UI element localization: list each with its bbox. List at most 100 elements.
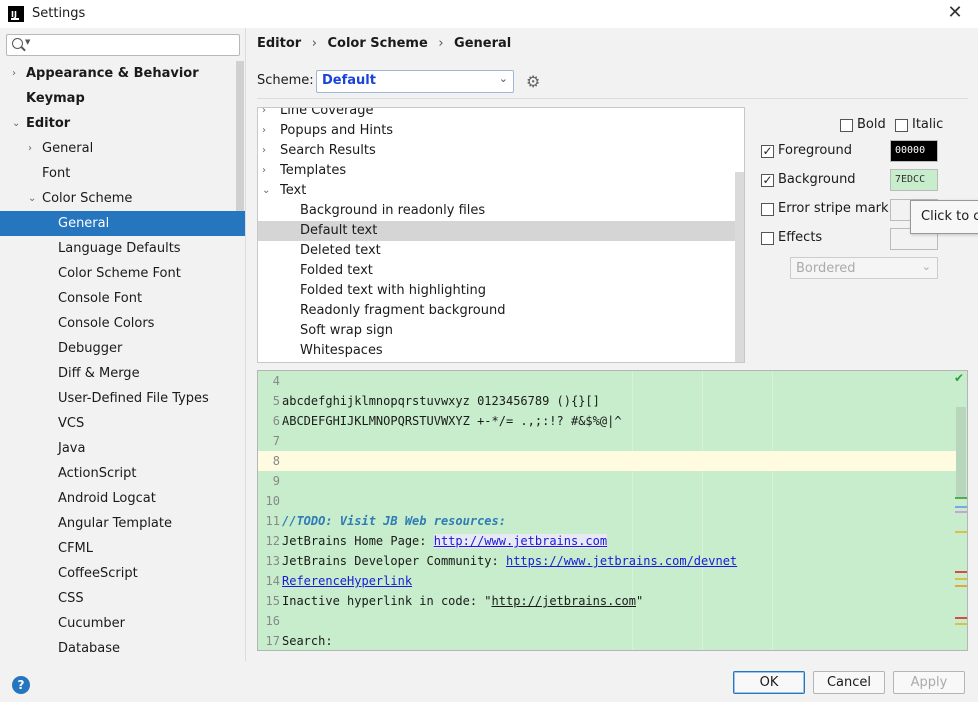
breadcrumb-item: General [454, 36, 512, 51]
line-number: 16 [265, 614, 280, 628]
sidebar-item[interactable]: Java [0, 436, 245, 461]
attribute-item[interactable]: › Templates [258, 161, 736, 181]
attributes-scrollbar[interactable] [735, 172, 744, 362]
sidebar-item-label: Color Scheme Font [58, 266, 181, 281]
attribute-item-label: Whitespaces [300, 343, 383, 358]
attribute-item[interactable]: ⌄ Text [258, 181, 736, 201]
gear-icon[interactable]: ⚙ [526, 72, 540, 91]
chevron-down-icon[interactable]: ⌄ [262, 181, 270, 201]
chevron-right-icon[interactable]: › [262, 108, 266, 121]
sidebar-item[interactable]: CFML [0, 536, 245, 561]
background-checkbox[interactable]: ✓ [761, 174, 774, 187]
code-preview[interactable]: 4 5 abcdefghijklmnopqrstuvwxyz 0123456789 … [257, 370, 968, 651]
sidebar-item[interactable]: Language Defaults [0, 236, 245, 261]
title-bar: IJ Settings ✕ [0, 0, 978, 28]
sidebar-item-label: VCS [58, 416, 85, 431]
attribute-item-label: Popups and Hints [280, 123, 394, 138]
code-line: 11//TODO: Visit JB Web resources: [258, 511, 958, 531]
sidebar-item[interactable]: › General [0, 136, 245, 161]
breadcrumb: Editor › Color Scheme › General [257, 36, 517, 51]
attribute-item[interactable]: Folded text [258, 261, 736, 281]
sidebar-item[interactable]: CoffeeScript [0, 561, 245, 586]
sidebar-item[interactable]: Console Font [0, 286, 245, 311]
sidebar-item[interactable]: Debugger [0, 336, 245, 361]
foreground-checkbox[interactable]: ✓ [761, 145, 774, 158]
sidebar-item[interactable]: Color Scheme Font [0, 261, 245, 286]
attribute-item[interactable]: › Line Coverage [258, 108, 736, 121]
foreground-color-swatch[interactable]: 00000 [890, 140, 938, 162]
code-hyperlink[interactable]: http://jetbrains.com [492, 594, 637, 608]
line-number: 4 [272, 374, 280, 388]
search-input[interactable]: ▼ [6, 34, 240, 56]
sidebar-item[interactable]: Database [0, 636, 245, 661]
chevron-right-icon[interactable]: › [262, 161, 266, 181]
sidebar-item[interactable]: General [0, 211, 245, 236]
chevron-right-icon[interactable]: › [12, 61, 24, 86]
code-hyperlink[interactable]: ReferenceHyperlink [282, 574, 412, 588]
chevron-down-icon[interactable]: ⌄ [28, 186, 40, 211]
code-hyperlink[interactable]: http://www.jetbrains.com [433, 534, 608, 548]
chevron-down-icon[interactable]: ⌄ [12, 111, 24, 136]
apply-button[interactable]: Apply [893, 671, 965, 694]
sidebar-item[interactable]: CSS [0, 586, 245, 611]
sidebar-item[interactable]: Cucumber [0, 611, 245, 636]
sidebar-item[interactable]: Font [0, 161, 245, 186]
cancel-button[interactable]: Cancel [813, 671, 885, 694]
close-icon[interactable]: ✕ [944, 3, 966, 25]
sidebar-item[interactable]: User-Defined File Types [0, 386, 245, 411]
line-number: 12 [265, 534, 280, 548]
sidebar-item[interactable]: ActionScript [0, 461, 245, 486]
attribute-item[interactable]: › Search Results [258, 141, 736, 161]
attribute-item[interactable]: Readonly fragment background [258, 301, 736, 321]
sidebar-item-label: Java [58, 441, 86, 456]
error-stripe-marker [955, 506, 967, 508]
sidebar-item-label: CoffeeScript [58, 566, 138, 581]
preview-scrollbar[interactable] [956, 407, 966, 497]
effects-dropdown[interactable]: Bordered ⌄ [790, 257, 938, 279]
sidebar-item-label: General [42, 141, 94, 156]
sidebar-item[interactable]: Console Colors [0, 311, 245, 336]
code-text: Search: [282, 631, 333, 650]
sidebar-scrollbar[interactable] [236, 61, 244, 211]
sidebar-item[interactable]: Keymap [0, 86, 245, 111]
check-icon: ✔ [954, 371, 965, 385]
attribute-item-label: Background in readonly files [300, 203, 486, 218]
attribute-item[interactable]: Deleted text [258, 241, 736, 261]
sidebar-item[interactable]: Angular Template [0, 511, 245, 536]
italic-checkbox[interactable] [895, 119, 908, 132]
attribute-item[interactable]: Soft wrap sign [258, 321, 736, 341]
search-icon [12, 38, 23, 49]
chevron-right-icon[interactable]: › [262, 141, 266, 161]
ok-button[interactable]: OK [733, 671, 805, 694]
help-button[interactable]: ? [12, 676, 30, 694]
sidebar-item[interactable]: Diff & Merge [0, 361, 245, 386]
sidebar-item[interactable]: VCS [0, 411, 245, 436]
scheme-label: Scheme: [257, 73, 314, 88]
error-stripe-checkbox[interactable] [761, 203, 774, 216]
bold-checkbox[interactable] [840, 119, 853, 132]
scheme-dropdown[interactable]: Default ⌄ [316, 70, 514, 93]
chevron-down-icon: ⌄ [921, 260, 931, 273]
chevron-right-icon[interactable]: › [262, 121, 266, 141]
sidebar-item[interactable]: ⌄ Editor [0, 111, 245, 136]
attribute-item[interactable]: › Popups and Hints [258, 121, 736, 141]
effects-checkbox[interactable] [761, 232, 774, 245]
attribute-item[interactable]: Whitespaces [258, 341, 736, 361]
background-color-swatch[interactable]: 7EDCC [890, 169, 938, 191]
sidebar-item[interactable]: Android Logcat [0, 486, 245, 511]
attribute-item[interactable]: Default text [258, 221, 736, 241]
line-number: 6 [272, 414, 280, 428]
sidebar-item-label: Console Font [58, 291, 143, 306]
code-hyperlink[interactable]: https://www.jetbrains.com/devnet [506, 554, 737, 568]
sidebar-item-label: Diff & Merge [58, 366, 140, 381]
attribute-item[interactable]: Folded text with highlighting [258, 281, 736, 301]
sidebar-item-label: Debugger [58, 341, 123, 356]
line-number: 13 [265, 554, 280, 568]
sidebar-item[interactable]: ⌄ Color Scheme [0, 186, 245, 211]
sidebar-item[interactable]: › Appearance & Behavior [0, 61, 245, 86]
attribute-item[interactable]: Background in readonly files [258, 201, 736, 221]
sidebar-item-label: Font [42, 166, 71, 181]
sidebar-item-label: Language Defaults [58, 241, 181, 256]
attribute-item-label: Readonly fragment background [300, 303, 506, 318]
chevron-right-icon[interactable]: › [28, 136, 40, 161]
